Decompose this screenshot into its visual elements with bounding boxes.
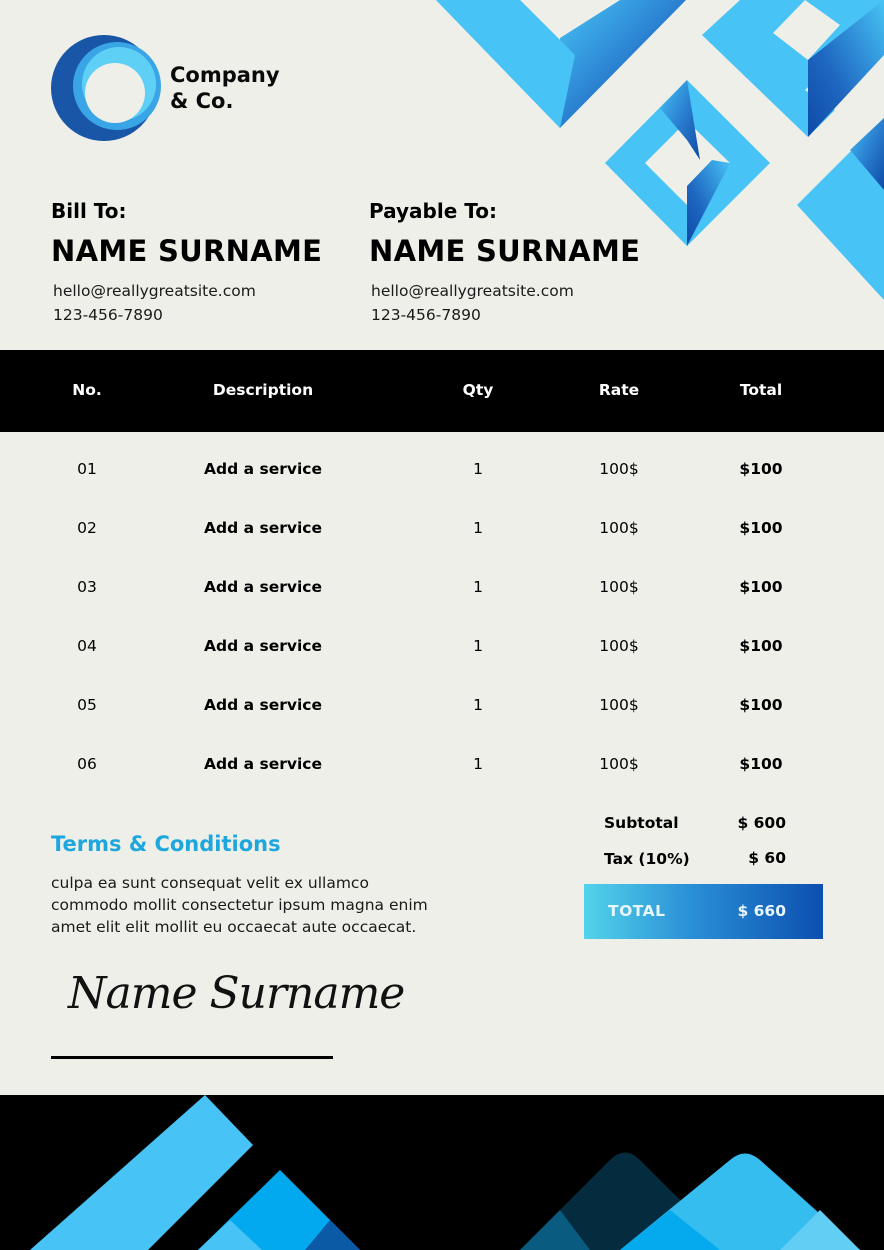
deco-shape-4 [797,118,884,300]
subtotal-value: $ 600 [737,814,786,832]
total-bar: TOTAL $ 660 [584,884,823,939]
company-name-line1: Company [170,63,280,87]
decorative-shapes-bottom [30,1095,860,1250]
row-description: Add a service [204,696,322,714]
row-no: 01 [77,460,97,478]
table-row: 03 Add a service 1 100$ $100 [0,550,884,609]
header-description: Description [212,381,314,399]
footer-shape-right [520,1152,860,1250]
terms-body: culpa ea sunt consequat velit ex ullamco… [51,872,491,938]
bill-to-section: Bill To: NAME SURNAME hello@reallygreats… [51,198,322,327]
row-qty: 1 [473,578,483,596]
row-total: $100 [739,519,783,537]
row-rate: 100$ [599,755,639,773]
table-row: 05 Add a service 1 100$ $100 [0,668,884,727]
footer-band [0,1095,884,1250]
bill-to-phone: 123-456-7890 [53,306,163,324]
row-qty: 1 [473,519,483,537]
row-description: Add a service [204,519,322,537]
tax-label: Tax (10%) [604,850,690,868]
header-rate: Rate [598,381,640,399]
payable-to-section: Payable To: NAME SURNAME hello@reallygre… [369,198,640,327]
company-logo-icon [51,35,161,141]
row-qty: 1 [473,460,483,478]
row-rate: 100$ [599,519,639,537]
row-no: 04 [77,637,97,655]
terms-title: Terms & Conditions [51,832,281,856]
header-qty: Qty [462,381,494,399]
table-row: 06 Add a service 1 100$ $100 [0,727,884,786]
signature: Name Surname [68,968,405,1019]
row-qty: 1 [473,637,483,655]
total-value: $ 660 [737,902,786,920]
row-description: Add a service [204,578,322,596]
invoice-page: Company & Co. Bill To: NAME SURNAME hell… [0,0,884,1250]
tax-value: $ 60 [748,849,786,867]
payable-to-name: NAME SURNAME [369,234,641,268]
row-qty: 1 [473,755,483,773]
terms-line-3: amet elit elit mollit eu occaecat aute o… [51,918,417,936]
row-no: 03 [77,578,97,596]
deco-shape-1 [436,0,686,128]
row-qty: 1 [473,696,483,714]
payable-to-label: Payable To: [369,199,497,223]
subtotal-label: Subtotal [604,814,679,832]
row-no: 06 [77,755,97,773]
row-description: Add a service [204,637,322,655]
table-row: 02 Add a service 1 100$ $100 [0,491,884,550]
bill-to-label: Bill To: [51,199,127,223]
payable-to-email: hello@reallygreatsite.com [371,282,574,300]
header-no: No. [72,381,102,399]
row-total: $100 [739,637,783,655]
header-total: Total [739,381,783,399]
row-rate: 100$ [599,578,639,596]
terms-line-2: commodo mollit consectetur ipsum magna e… [51,896,428,914]
signature-line [51,1056,333,1059]
payable-to-phone: 123-456-7890 [371,306,481,324]
row-description: Add a service [204,460,322,478]
total-label: TOTAL [608,902,666,920]
row-total: $100 [739,755,783,773]
company-name-line2: & Co. [170,89,234,113]
row-total: $100 [739,696,783,714]
terms-line-1: culpa ea sunt consequat velit ex ullamco [51,874,369,892]
row-rate: 100$ [599,637,639,655]
company-name: Company & Co. [170,62,280,114]
bill-to-email: hello@reallygreatsite.com [53,282,256,300]
table-row: 01 Add a service 1 100$ $100 [0,432,884,491]
row-rate: 100$ [599,696,639,714]
footer-shape-left [30,1095,360,1250]
deco-shape-2 [702,0,884,137]
table-row: 04 Add a service 1 100$ $100 [0,609,884,668]
table-header: No. Description Qty Rate Total [0,350,884,432]
row-total: $100 [739,460,783,478]
bill-to-name: NAME SURNAME [51,234,323,268]
row-no: 02 [77,519,97,537]
row-no: 05 [77,696,97,714]
row-total: $100 [739,578,783,596]
row-rate: 100$ [599,460,639,478]
row-description: Add a service [204,755,322,773]
